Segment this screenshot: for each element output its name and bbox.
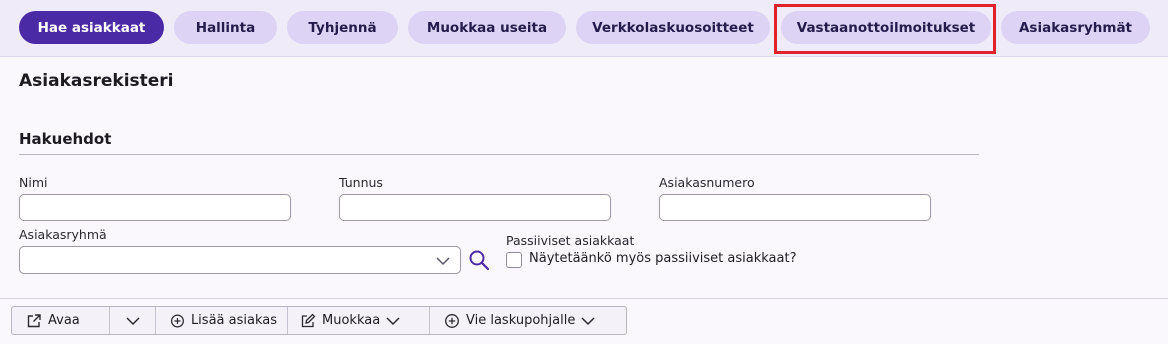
customer-group-label: Asiakasryhmä: [19, 227, 107, 242]
customer-group-select[interactable]: [19, 246, 461, 274]
customer-number-label: Asiakasnumero: [659, 175, 755, 190]
id-input[interactable]: [339, 194, 611, 221]
plus-circle-icon: [445, 313, 459, 328]
action-toolbar: Avaa Lisää asiakas Muokkaa Vie laskupohj…: [11, 306, 627, 335]
tab-tyhjenna[interactable]: Tyhjennä: [287, 11, 398, 44]
chevron-down-icon: [386, 316, 400, 325]
open-button-label: Avaa: [48, 313, 80, 328]
export-template-label: Vie laskupohjalle: [466, 313, 576, 328]
external-link-icon: [27, 313, 41, 327]
search-icon[interactable]: [468, 249, 490, 271]
page-title: Asiakasrekisteri: [19, 71, 174, 91]
open-button[interactable]: Avaa: [12, 307, 110, 334]
chevron-down-icon: [125, 316, 140, 325]
name-label: Nimi: [19, 175, 48, 190]
plus-circle-icon: [170, 314, 184, 327]
section-divider: [19, 154, 979, 155]
edit-button-label: Muokkaa: [322, 313, 381, 328]
tab-highlight-box: [774, 4, 996, 54]
add-customer-label: Lisää asiakas: [190, 313, 277, 328]
open-dropdown-button[interactable]: [110, 307, 156, 334]
tab-hae-asiakkaat[interactable]: Hae asiakkaat: [19, 11, 164, 44]
tab-verkkolaskuosoitteet[interactable]: Verkkolaskuosoitteet: [576, 11, 770, 44]
add-customer-button[interactable]: Lisää asiakas: [156, 307, 288, 334]
toolbar-divider: [0, 298, 1168, 299]
name-input[interactable]: [19, 194, 291, 221]
tab-asiakasryhmat[interactable]: Asiakasryhmät: [1001, 11, 1150, 44]
edit-button[interactable]: Muokkaa: [288, 307, 430, 334]
customer-number-input[interactable]: [659, 194, 931, 221]
edit-icon: [301, 313, 316, 327]
passive-customers-checkbox[interactable]: [506, 252, 522, 268]
id-label: Tunnus: [339, 175, 383, 190]
passive-customers-label: Passiiviset asiakkaat: [506, 233, 635, 248]
export-template-button[interactable]: Vie laskupohjalle: [430, 307, 626, 334]
chevron-down-icon: [581, 316, 595, 325]
chevron-down-icon: [436, 257, 450, 266]
passive-customers-checkbox-label[interactable]: Näytetäänkö myös passiiviset asiakkaat?: [529, 251, 796, 266]
section-title: Hakuehdot: [19, 130, 112, 148]
tab-hallinta[interactable]: Hallinta: [174, 11, 277, 44]
tab-muokkaa-useita[interactable]: Muokkaa useita: [408, 11, 566, 44]
